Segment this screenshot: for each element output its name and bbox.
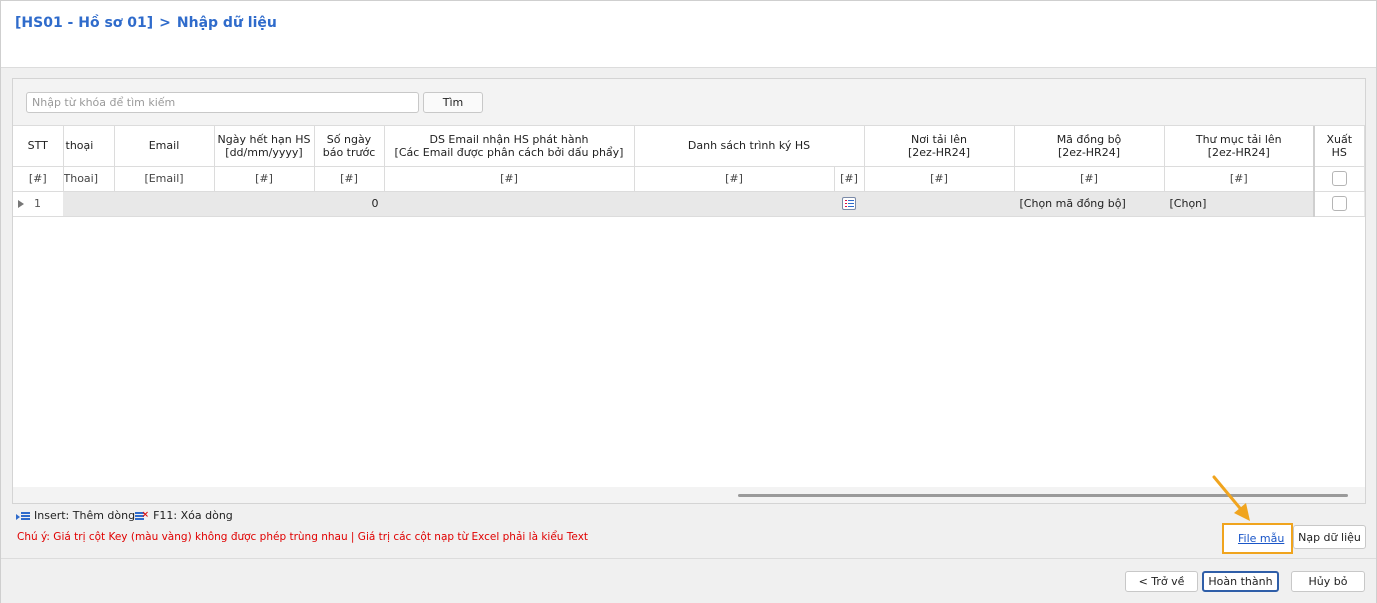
filter-cell-upload-folder[interactable]: [#] [1164,166,1315,192]
column-header-upload-place[interactable]: Nơi tải lên [2ez-HR24] [864,126,1015,167]
column-header-sync-code[interactable]: Mã đồng bộ [2ez-HR24] [1014,126,1165,167]
data-table: STT thoại Email Ngày hết hạn HS [dd/mm/yy… [13,126,1365,217]
search-button[interactable]: Tìm [423,92,483,113]
highlight-arrow-icon [1212,475,1250,521]
breadcrumb-separator: > [159,15,171,31]
filter-cell-sync-code[interactable]: [#] [1014,166,1165,192]
cell-upload-folder[interactable]: [Chọn] [1164,191,1315,217]
column-header-phone[interactable]: thoại [63,126,115,167]
row-indicator-icon [18,200,24,208]
shortcut-hint: Insert: Thêm dòng × F11: Xóa dòng [16,509,233,522]
filter-export-checkbox[interactable] [1331,171,1347,186]
cell-email[interactable] [114,191,215,217]
cell-export [1313,191,1365,217]
insert-hint-text: Insert: Thêm dòng [34,509,136,522]
breadcrumb-page-title: Nhập dữ liệu [176,15,277,31]
filter-cell-phone[interactable]: Thoai] [63,166,115,192]
table-row[interactable]: 1 0 [Chọn mã đồng bộ] [Chọn] [13,191,1365,217]
cell-expiry[interactable] [214,191,315,217]
filter-cell-email-list[interactable]: [#] [384,166,635,192]
filter-cell-email[interactable]: [Email] [114,166,215,192]
signer-list-icon[interactable] [842,197,856,211]
search-toolbar: Tìm [13,79,1365,126]
cell-upload-place[interactable] [864,191,1015,217]
column-header-email-list[interactable]: DS Email nhận HS phát hành [Các Email đượ… [384,126,635,167]
breadcrumb-record-code[interactable]: [HS01 - Hồ sơ 01] [15,15,153,31]
column-header-email[interactable]: Email [114,126,215,167]
column-header-upload-folder[interactable]: Thư mục tải lên [2ez-HR24] [1164,126,1315,167]
export-checkbox[interactable] [1331,196,1347,211]
filter-cell-upload-place[interactable]: [#] [864,166,1015,192]
dialog-header: [HS01 - Hồ sơ 01] > Nhập dữ liệu [1,1,1376,68]
insert-row-icon [16,511,30,520]
sample-file-link[interactable]: File mẫu [1238,532,1284,545]
import-data-button[interactable]: Nạp dữ liệu [1293,525,1366,549]
filter-cell-stt[interactable]: [#] [13,166,64,192]
warning-note: Chú ý: Giá trị cột Key (màu vàng) không … [17,531,589,543]
filter-cell-export [1313,166,1365,192]
row-number: 1 [34,197,41,210]
cancel-button[interactable]: Hủy bỏ [1291,571,1365,592]
delete-row-icon: × [135,511,149,520]
column-header-export[interactable]: Xuất HS [1313,126,1365,167]
column-header-stt[interactable]: STT [13,126,64,167]
dialog-footer: < Trở về Hoàn thành Hủy bỏ [1,559,1376,603]
filter-row: [#] Thoai] [Email] [#] [#] [#] [#] [#] [… [13,166,1365,192]
column-header-notice-days[interactable]: Số ngày báo trước [314,126,385,167]
cell-notice-days[interactable]: 0 [314,191,385,217]
filter-cell-notice-days[interactable]: [#] [314,166,385,192]
finish-button[interactable]: Hoàn thành [1202,571,1279,592]
cell-sync-code[interactable]: [Chọn mã đồng bộ] [1014,191,1165,217]
search-input[interactable] [26,92,419,113]
data-entry-panel: Tìm STT thoại Email Ngày hết hạn HS[dd/m… [12,78,1366,504]
cell-signers-button[interactable] [834,191,865,217]
filter-cell-signers[interactable]: [#] [634,166,835,192]
cell-signers[interactable] [634,191,835,217]
delete-hint-text: F11: Xóa dòng [153,509,233,522]
row-stt-cell[interactable]: 1 [13,191,64,217]
column-header-signers[interactable]: Danh sách trình ký HS [634,126,865,167]
breadcrumb: [HS01 - Hồ sơ 01] > Nhập dữ liệu [15,15,277,31]
cell-email-list[interactable] [384,191,635,217]
filter-cell-expiry[interactable]: [#] [214,166,315,192]
data-grid: STT thoại Email Ngày hết hạn HS [dd/mm/yy… [13,126,1365,487]
dialog-window: [HS01 - Hồ sơ 01] > Nhập dữ liệu Tìm STT t… [0,0,1377,603]
cell-phone[interactable] [63,191,115,217]
column-header-expiry-date[interactable]: Ngày hết hạn HS [dd/mm/yyyy] [214,126,315,167]
horizontal-scrollbar[interactable] [13,487,1365,503]
filter-cell-signers-button[interactable]: [#] [834,166,865,192]
back-button[interactable]: < Trở về [1125,571,1198,592]
